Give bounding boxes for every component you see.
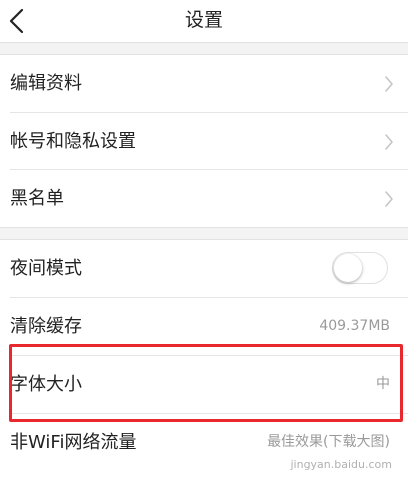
settings-group-account: 编辑资料 帐号和隐私设置 黑名单: [0, 54, 408, 228]
row-account-privacy[interactable]: 帐号和隐私设置: [0, 113, 408, 170]
chevron-right-icon: [385, 191, 393, 207]
night-mode-toggle[interactable]: [332, 252, 388, 284]
page-title: 设置: [184, 9, 223, 31]
watermark: jingyan.baidu.com: [290, 458, 392, 471]
row-night-mode: 夜间模式: [0, 240, 408, 297]
font-size-value: 中: [376, 376, 390, 392]
settings-group-general: 夜间模式 清除缓存 409.37MB 字体大小 中 非WiFi网络流量 最佳效果…: [0, 239, 408, 482]
navbar: 设置: [0, 0, 408, 43]
row-label: 清除缓存: [10, 316, 82, 337]
chevron-right-icon: [385, 76, 393, 92]
row-label: 非WiFi网络流量: [10, 432, 137, 453]
row-label: 黑名单: [10, 188, 64, 209]
row-font-size[interactable]: 字体大小 中: [0, 356, 408, 413]
row-clear-cache[interactable]: 清除缓存 409.37MB: [0, 298, 408, 355]
row-label: 字体大小: [10, 374, 82, 395]
row-label: 帐号和隐私设置: [10, 131, 136, 152]
cache-size-value: 409.37MB: [319, 318, 390, 334]
settings-screen: 设置 编辑资料 帐号和隐私设置 黑名单 夜间模式 清除缓存 409.37MB 字…: [0, 0, 408, 482]
row-blacklist[interactable]: 黑名单: [0, 170, 408, 227]
row-edit-profile[interactable]: 编辑资料: [0, 55, 408, 112]
row-label: 编辑资料: [10, 73, 82, 94]
toggle-knob: [334, 254, 362, 282]
row-label: 夜间模式: [10, 258, 82, 279]
chevron-right-icon: [385, 134, 393, 150]
